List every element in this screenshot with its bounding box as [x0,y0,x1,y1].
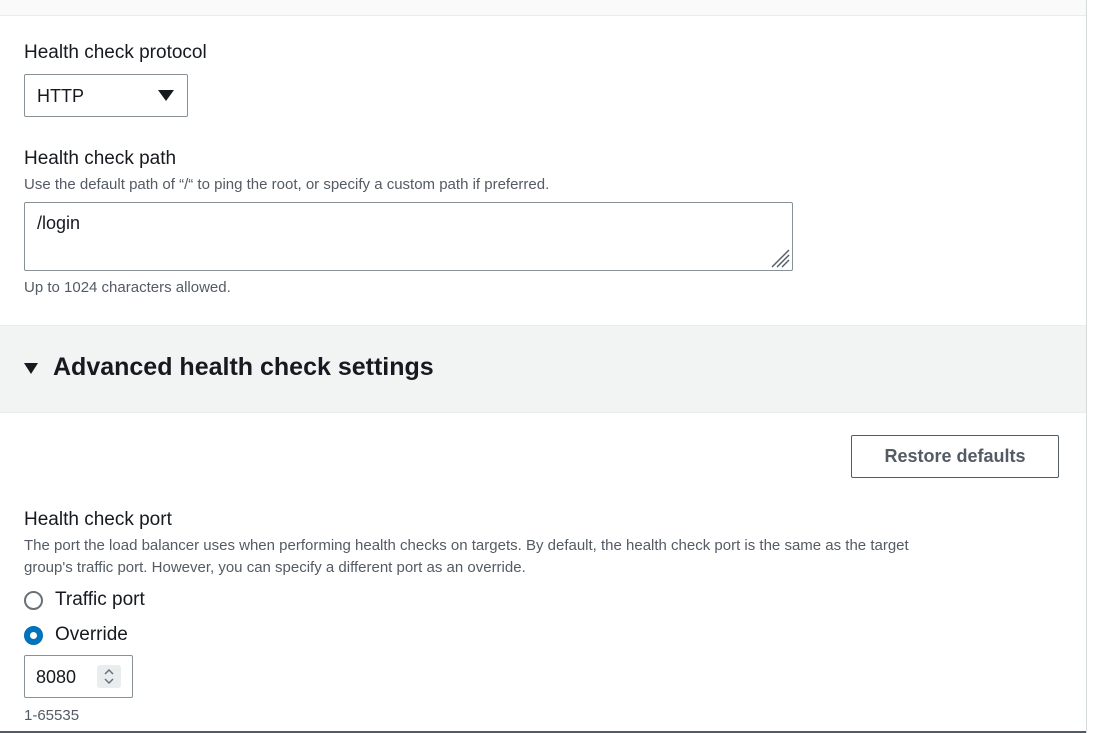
path-constraint-text: Up to 1024 characters allowed. [24,279,231,296]
advanced-settings-title: Advanced health check settings [53,353,434,381]
health-check-form: Health check protocol HTTP Health check … [0,0,1086,733]
stepper-icon[interactable] [97,665,121,688]
caret-down-icon [158,90,174,101]
path-textarea[interactable]: /login [24,202,793,271]
protocol-select[interactable]: HTTP [24,74,188,117]
protocol-selected-value: HTTP [37,86,84,106]
path-value: /login [37,213,81,233]
resize-handle-icon[interactable] [768,248,790,268]
scrollbar-track[interactable] [1086,0,1108,733]
traffic-port-radio[interactable] [24,591,43,610]
port-description-line-1: The port the load balancer uses when per… [24,537,909,554]
port-range-hint: 1-65535 [24,707,80,724]
path-description: Use the default path of “/“ to ping the … [24,176,550,193]
previous-section-edge [0,0,1086,16]
override-radio[interactable] [24,626,43,645]
caret-down-icon[interactable] [24,363,38,374]
path-label: Health check path [24,148,177,169]
protocol-label: Health check protocol [24,42,207,63]
override-label[interactable]: Override [55,624,128,646]
traffic-port-label[interactable]: Traffic port [55,589,145,611]
port-description-line-2: group's traffic port. However, you can s… [24,559,526,576]
advanced-settings-header[interactable]: Advanced health check settings [0,325,1086,413]
port-value: 8080 [36,667,77,687]
port-label: Health check port [24,509,172,530]
restore-defaults-button[interactable]: Restore defaults [851,435,1059,478]
port-number-input[interactable]: 8080 [24,655,133,698]
